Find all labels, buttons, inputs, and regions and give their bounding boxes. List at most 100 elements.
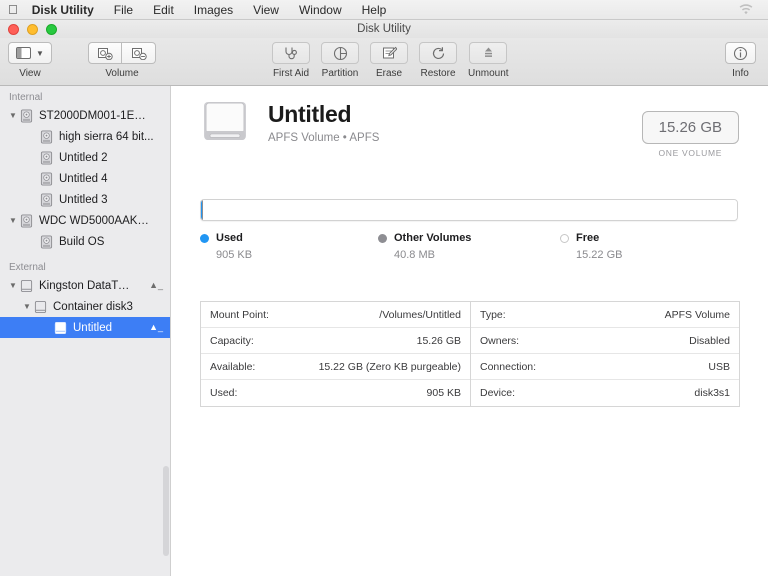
window-title: Disk Utility: [357, 23, 411, 35]
info-key: Owners:: [480, 334, 520, 347]
partition-button[interactable]: [321, 42, 359, 64]
pie-chart-icon: [333, 46, 347, 60]
window-traffic-lights: [8, 24, 57, 35]
menu-edit[interactable]: Edit: [153, 3, 174, 17]
wifi-icon[interactable]: [738, 3, 754, 16]
restore-arrow-icon: [432, 46, 444, 59]
erase-label: Erase: [375, 68, 403, 79]
internal-volume-icon: [40, 193, 53, 206]
sidebar-item-kingston-datatraveler[interactable]: ▼ Kingston DataTra... ▲_: [0, 275, 170, 296]
info-button[interactable]: [725, 42, 756, 64]
internal-volume-icon: [40, 172, 53, 185]
sidebar-item-st2000dm001[interactable]: ▼ ST2000DM001-1ER1...: [0, 105, 170, 126]
sidebar-scrollbar[interactable]: [163, 466, 169, 556]
erase-button[interactable]: [370, 42, 408, 64]
legend-label-free: Free: [576, 232, 600, 244]
close-button[interactable]: [8, 24, 19, 35]
legend-swatch-used: [200, 233, 209, 243]
info-key: Capacity:: [210, 334, 254, 347]
info-value: disk3s1: [694, 387, 730, 399]
disclosure-triangle[interactable]: ▼: [20, 302, 34, 311]
info-key: Connection:: [480, 360, 537, 373]
volume-segmented-control: [88, 42, 156, 64]
disclosure-triangle[interactable]: ▼: [6, 216, 20, 225]
usage-legend: Used 905 KB Other Volumes 40.8 MB Free 1…: [200, 232, 738, 261]
sidebar-item-label: WDC WD5000AAKX...: [39, 214, 151, 227]
external-drive-icon: [204, 102, 246, 140]
info-value: APFS Volume: [664, 308, 730, 321]
stethoscope-icon: [285, 47, 297, 60]
volume-header: Untitled APFS Volume • APFS: [200, 98, 379, 146]
usage-bar: [200, 199, 738, 221]
info-row-used: Used: 905 KB: [201, 380, 470, 406]
volume-subtitle: APFS Volume • APFS: [268, 131, 380, 144]
info-key: Type:: [480, 308, 506, 321]
info-table-left: Mount Point: /Volumes/Untitled Capacity:…: [200, 301, 470, 407]
first-aid-label: First Aid: [272, 68, 310, 79]
sidebar-item-wdc-wd5000aakx[interactable]: ▼ WDC WD5000AAKX...: [0, 210, 170, 231]
unmount-button[interactable]: [469, 42, 508, 64]
info-row-device: Device: disk3s1: [471, 380, 739, 406]
capacity-caption: ONE VOLUME: [658, 148, 723, 158]
disclosure-triangle[interactable]: ▼: [6, 111, 20, 120]
info-key: Used:: [210, 387, 238, 399]
eject-icon[interactable]: ▲_: [149, 281, 163, 290]
sidebar-item-label: high sierra 64 bit...: [59, 130, 154, 143]
sidebar-item-untitled-2[interactable]: Untitled 2: [0, 147, 170, 168]
menu-help[interactable]: Help: [362, 3, 387, 17]
sidebar-item-untitled-4[interactable]: Untitled 4: [0, 168, 170, 189]
menu-view[interactable]: View: [253, 3, 279, 17]
info-row-type: Type: APFS Volume: [471, 302, 739, 328]
sidebar-item-build-os[interactable]: Build OS: [0, 231, 170, 252]
remove-volume-icon: [131, 48, 147, 60]
legend-item-used: Used 905 KB: [200, 232, 378, 261]
eject-icon[interactable]: ▲_: [149, 323, 163, 332]
volume-title: Untitled: [268, 100, 352, 127]
info-value: Disabled: [689, 334, 730, 347]
info-value: 15.26 GB: [416, 334, 461, 347]
sidebar[interactable]: Internal ▼ ST2000DM001-1ER1... high sier…: [0, 86, 171, 576]
info-row-owners: Owners: Disabled: [471, 328, 739, 354]
sidebar-item-untitled-selected[interactable]: Untitled ▲_: [0, 317, 170, 338]
menu-window[interactable]: Window: [299, 3, 342, 17]
unmount-eject-icon: [484, 47, 492, 57]
mac-menu-bar:  Disk Utility File Edit Images View Win…: [0, 0, 768, 20]
info-table-right: Type: APFS Volume Owners: Disabled Conne…: [470, 301, 740, 407]
sidebar-item-container-disk3[interactable]: ▼ Container disk3: [0, 296, 170, 317]
info-row-available: Available: 15.22 GB (Zero KB purgeable): [201, 354, 470, 380]
menu-file[interactable]: File: [114, 3, 133, 17]
info-row-connection: Connection: USB: [471, 354, 739, 380]
first-aid-cell: First Aid: [272, 42, 310, 79]
view-button[interactable]: ▼: [8, 42, 52, 64]
sidebar-item-high-sierra[interactable]: high sierra 64 bit...: [0, 126, 170, 147]
sidebar-panel-icon: [16, 47, 31, 59]
menu-disk-utility[interactable]: Disk Utility: [32, 3, 94, 17]
external-container-icon: [34, 300, 47, 313]
info-label: Info: [732, 68, 749, 79]
partition-label: Partition: [321, 68, 359, 79]
remove-volume-button[interactable]: [122, 42, 156, 64]
info-key: Device:: [480, 387, 516, 399]
internal-disk-icon: [20, 214, 33, 227]
disk-utility-window:  Disk Utility File Edit Images View Win…: [0, 0, 768, 576]
sidebar-item-untitled-3[interactable]: Untitled 3: [0, 189, 170, 210]
add-volume-icon: [98, 48, 113, 60]
minimize-button[interactable]: [27, 24, 38, 35]
volume-info-tables: Mount Point: /Volumes/Untitled Capacity:…: [200, 301, 740, 407]
legend-swatch-other: [378, 233, 387, 243]
sidebar-section-internal-header: Internal: [9, 92, 43, 103]
toolbar: ▼ View Volume First Aid Partition Erase …: [0, 38, 768, 86]
zoom-button[interactable]: [46, 24, 57, 35]
restore-cell: Restore: [419, 42, 457, 79]
menu-images[interactable]: Images: [194, 3, 233, 17]
usage-segment-free: [202, 200, 737, 220]
add-volume-button[interactable]: [88, 42, 122, 64]
restore-button[interactable]: [419, 42, 457, 64]
capacity-value: 15.26 GB: [641, 111, 739, 144]
view-label: View: [19, 68, 41, 79]
view-toolbar-group: ▼ View: [8, 42, 52, 79]
first-aid-button[interactable]: [272, 42, 310, 64]
volume-toolbar-group: Volume: [88, 42, 156, 79]
apple-logo-icon[interactable]: : [8, 3, 18, 16]
disclosure-triangle[interactable]: ▼: [6, 281, 20, 290]
